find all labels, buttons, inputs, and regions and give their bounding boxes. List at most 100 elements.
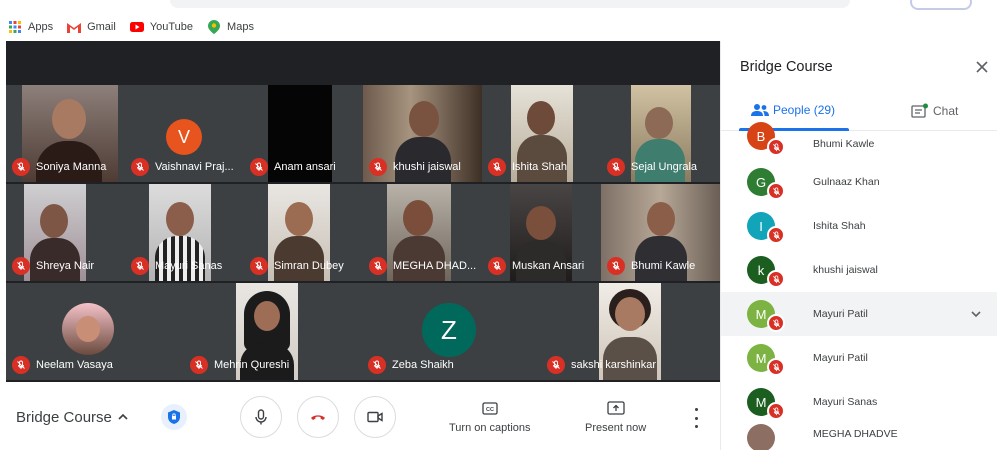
participant-name-label: Muskan Ansari (488, 257, 584, 275)
browser-top-strip (0, 0, 997, 14)
mic-off-icon (368, 356, 386, 374)
participant-tile[interactable]: Shreya Nair (6, 184, 125, 281)
participant-tile[interactable]: Ishita Shah (482, 85, 601, 182)
captions-button[interactable]: CC Turn on captions (449, 398, 531, 434)
participant-avatar (62, 303, 114, 355)
close-icon[interactable] (974, 59, 990, 75)
tab-people[interactable]: People (29) (751, 103, 835, 117)
mic-off-icon (369, 257, 387, 275)
svg-text:CC: CC (486, 407, 494, 413)
mic-off-icon (12, 158, 30, 176)
maps-icon (207, 20, 221, 34)
participant-tile[interactable]: Mehrin Qureshi (184, 283, 362, 380)
participant-name-label: Anam ansari (250, 158, 336, 176)
participant-tile[interactable]: Mayuri Sanas (125, 184, 244, 281)
present-now-button[interactable]: Present now (585, 398, 646, 434)
mic-off-icon (767, 358, 785, 376)
participant-row[interactable]: M Mayuri Patil (721, 336, 997, 380)
participant-name: Sejal Ungrala (631, 161, 698, 173)
address-bar[interactable] (170, 0, 850, 8)
participant-tile[interactable]: Anam ansari (244, 85, 363, 182)
mic-off-icon (767, 270, 785, 288)
participant-tile[interactable]: MEGHA DHAD... (363, 184, 482, 281)
participant-row[interactable]: G Gulnaaz Khan (721, 160, 997, 204)
bookmark-gmail[interactable]: Gmail (67, 20, 116, 34)
participant-name: Bhumi Kawle (813, 138, 875, 150)
side-panel: Bridge Course People (29) Chat B Bhumi K… (720, 41, 997, 450)
microphone-button[interactable] (240, 396, 282, 438)
participant-name: Gulnaaz Khan (813, 176, 880, 188)
tab-chat[interactable]: Chat (911, 103, 958, 119)
bookmark-youtube[interactable]: YouTube (129, 20, 194, 34)
participant-name-label: Sejal Ungrala (607, 158, 697, 176)
participant-avatar (747, 424, 775, 450)
mic-off-icon (607, 257, 625, 275)
leave-call-button[interactable] (297, 396, 339, 438)
camera-button[interactable] (354, 396, 396, 438)
participant-tile[interactable]: Neelam Vasaya (6, 283, 184, 380)
bookmark-maps[interactable]: Maps (207, 20, 254, 34)
participant-name-label: Mehrin Qureshi (190, 356, 289, 374)
participant-name: Zeba Shaikh (392, 359, 454, 371)
participant-name-label: MEGHA DHAD... (369, 257, 476, 275)
participant-tile[interactable]: Z Zeba Shaikh (362, 283, 541, 380)
bookmarks-bar: Apps Gmail YouTube Maps (0, 14, 997, 40)
hang-up-icon (311, 415, 325, 420)
participant-name: Simran Dubey (274, 260, 344, 272)
tab-people-label: People (29) (773, 103, 836, 117)
participant-row[interactable]: I Ishita Shah (721, 204, 997, 248)
participant-name: Muskan Ansari (512, 260, 585, 272)
participant-name: MEGHA DHAD... (393, 260, 477, 272)
meeting-details-button[interactable]: Bridge Course (16, 409, 112, 426)
camera-icon (367, 411, 383, 423)
mic-off-icon (12, 356, 30, 374)
tab-chat-label: Chat (933, 104, 959, 118)
participant-tile[interactable]: Bhumi Kawle (601, 184, 720, 281)
mic-off-icon (250, 158, 268, 176)
participant-row[interactable]: MEGHA DHADVE (721, 424, 997, 450)
participant-name-label: khushi jaiswal (369, 158, 461, 176)
participant-row[interactable]: M Mayuri Patil (721, 292, 997, 336)
participant-row[interactable]: M Mayuri Sanas (721, 380, 997, 424)
host-controls-shield-icon[interactable] (161, 404, 187, 430)
participant-tile[interactable]: V Vaishnavi Praj... (125, 85, 244, 182)
participant-name: Bhumi Kawle (631, 260, 696, 272)
present-screen-icon (606, 398, 625, 418)
participant-tile[interactable]: Simran Dubey (244, 184, 363, 281)
profile-button[interactable] (910, 0, 972, 10)
mic-off-icon (767, 402, 785, 420)
bookmark-label: Apps (28, 21, 54, 33)
participant-name: Mayuri Sanas (813, 396, 878, 408)
more-options-icon[interactable] (690, 408, 702, 428)
bookmark-label: Maps (227, 21, 254, 33)
participant-name: Anam ansari (274, 161, 336, 173)
mic-off-icon (767, 138, 785, 156)
participant-name: Ishita Shah (813, 220, 866, 232)
mic-off-icon (131, 257, 149, 275)
chevron-down-icon[interactable] (969, 307, 983, 321)
mic-off-icon (12, 257, 30, 275)
participant-row[interactable]: B Bhumi Kawle (721, 122, 997, 160)
bookmark-label: YouTube (149, 21, 194, 33)
participant-tile[interactable]: Sejal Ungrala (601, 85, 720, 182)
chevron-up-icon[interactable] (116, 410, 130, 424)
participant-name-label: Ishita Shah (488, 158, 567, 176)
bookmark-apps[interactable]: Apps (8, 20, 53, 34)
participant-row[interactable]: k khushi jaiswal (721, 248, 997, 292)
meeting-controls-bar: Bridge Course CC Turn on captions Presen… (0, 382, 720, 450)
participant-name-label: Soniya Manna (12, 158, 106, 176)
participant-tile[interactable]: sakshi karshinkar (541, 283, 720, 380)
participant-tile[interactable]: khushi jaiswal (363, 85, 482, 182)
participant-tile[interactable]: Muskan Ansari (482, 184, 601, 281)
participant-name: khushi jaiswal (813, 264, 878, 276)
meet-window: Apps Gmail YouTube Maps Soniya Manna V V… (0, 0, 997, 450)
mic-off-icon (369, 158, 387, 176)
participant-name-label: sakshi karshinkar (547, 356, 656, 374)
participant-name-label: Mayuri Sanas (131, 257, 222, 275)
participant-name-label: Neelam Vasaya (12, 356, 113, 374)
participant-tile[interactable]: Soniya Manna (6, 85, 125, 182)
mic-off-icon (488, 257, 506, 275)
panel-title: Bridge Course (740, 59, 833, 75)
participant-name: sakshi karshinkar (571, 359, 656, 371)
participant-name-label: Zeba Shaikh (368, 356, 454, 374)
